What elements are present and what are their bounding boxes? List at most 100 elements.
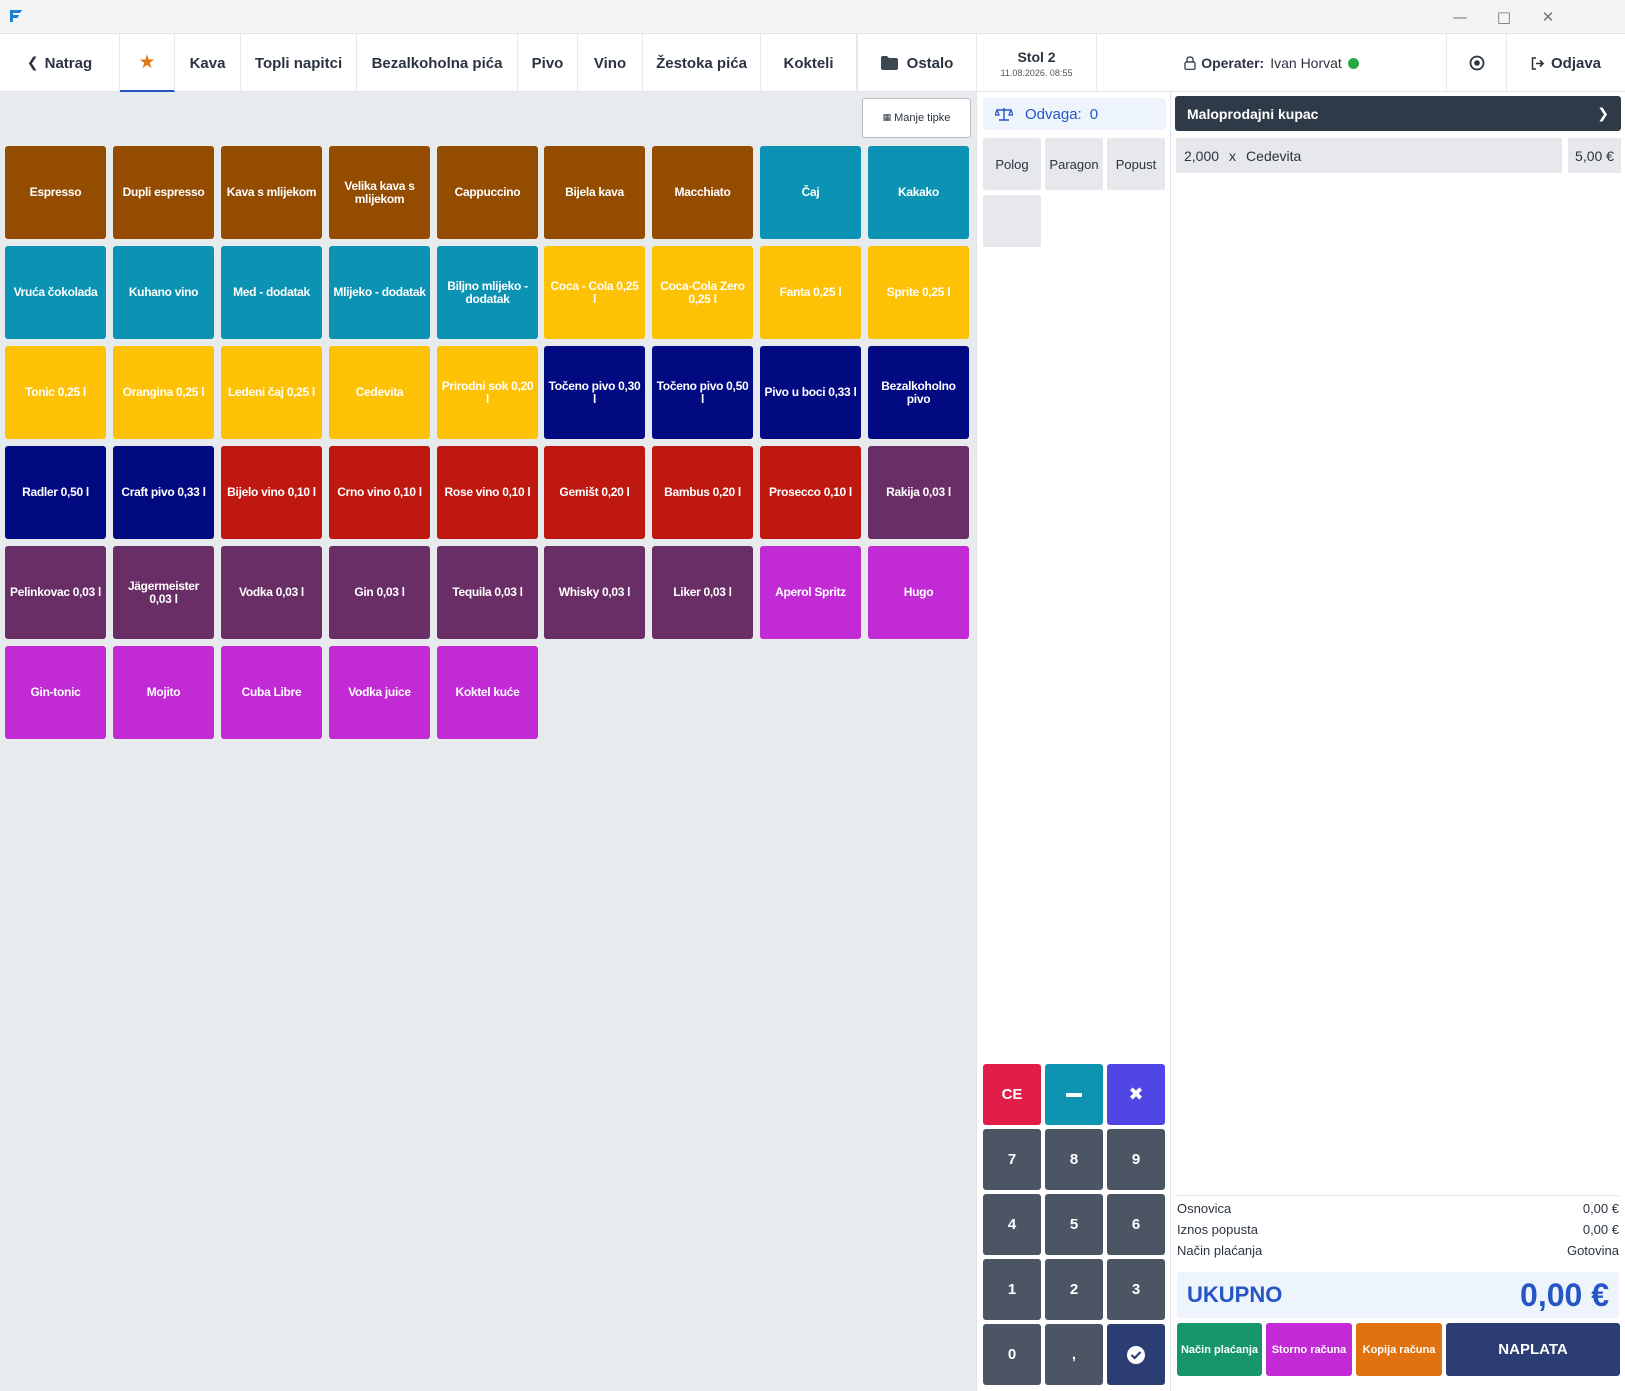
paragon-button[interactable]: Paragon [1045,138,1103,190]
tab-kava[interactable]: Kava [175,34,241,92]
product-button[interactable]: Pivo u boci 0,33 l [760,346,861,439]
product-button[interactable]: Cappuccino [437,146,538,239]
product-button[interactable]: Prirodni sok 0,20 l [437,346,538,439]
product-button[interactable]: Gin-tonic [5,646,106,739]
product-button[interactable]: Macchiato [652,146,753,239]
product-button[interactable]: Rakija 0,03 l [868,446,969,539]
key-label: 8 [1069,1151,1079,1168]
product-button[interactable]: Cuba Libre [221,646,322,739]
empty-utility-button[interactable] [983,195,1041,247]
product-button[interactable]: Čaj [760,146,861,239]
product-button[interactable]: Pelinkovac 0,03 l [5,546,106,639]
product-button[interactable]: Hugo [868,546,969,639]
copy-receipt-button[interactable]: Kopija računa [1356,1323,1442,1376]
minimize-icon[interactable]: — [1440,5,1480,29]
product-button[interactable]: Coca - Cola 0,25 l [544,246,645,339]
key-4[interactable]: 4 [983,1194,1041,1255]
tab-kokteli[interactable]: Kokteli [761,34,857,92]
logout-label: Odjava [1550,54,1602,72]
product-button[interactable]: Kakako [868,146,969,239]
product-button[interactable]: Kuhano vino [113,246,214,339]
key-comma[interactable]: , [1045,1324,1103,1385]
product-button[interactable]: Velika kava s mlijekom [329,146,430,239]
logout-button[interactable]: Odjava [1507,34,1625,92]
table-indicator[interactable]: Stol 2 11.08.2026. 08:55 [977,34,1097,92]
product-button[interactable]: Bambus 0,20 l [652,446,753,539]
product-button[interactable]: Točeno pivo 0,50 l [652,346,753,439]
product-button[interactable]: Crno vino 0,10 l [329,446,430,539]
product-button[interactable]: Mlijeko - dodatak [329,246,430,339]
cancel-receipt-button[interactable]: Storno računa [1266,1323,1352,1376]
polog-button[interactable]: Polog [983,138,1041,190]
product-button[interactable]: Coca-Cola Zero 0,25 l [652,246,753,339]
multiply-button[interactable]: ✖ [1107,1064,1165,1125]
product-label: Ledeni čaj 0,25 l [228,385,315,399]
tab-label: Bezalkoholna pića [371,54,503,72]
product-label: Pelinkovac 0,03 l [10,585,101,599]
product-button[interactable]: Liker 0,03 l [652,546,753,639]
tab-zestoka-pica[interactable]: Žestoka pića [643,34,761,92]
product-button[interactable]: Točeno pivo 0,30 l [544,346,645,439]
tab-pivo[interactable]: Pivo [518,34,578,92]
tab-favorites[interactable]: ★ [120,34,175,92]
product-button[interactable]: Bijela kava [544,146,645,239]
minus-button[interactable] [1045,1064,1103,1125]
key-9[interactable]: 9 [1107,1129,1165,1190]
product-button[interactable]: Cedevita [329,346,430,439]
key-0[interactable]: 0 [983,1324,1041,1385]
customer-select[interactable]: Maloprodajni kupac ❯ [1175,96,1621,131]
product-button[interactable]: Bijelo vino 0,10 l [221,446,322,539]
product-button[interactable]: Fanta 0,25 l [760,246,861,339]
product-button[interactable]: Tequila 0,03 l [437,546,538,639]
control-column: Odvaga: 0 Polog Paragon Popust CE ✖ 7 8 … [976,92,1171,1391]
back-button[interactable]: ❮ Natrag [0,34,120,92]
maximize-icon[interactable]: □ [1484,5,1524,29]
tab-ostalo[interactable]: Ostalo [857,34,977,92]
product-button[interactable]: Vodka juice [329,646,430,739]
product-button[interactable]: Bezalkoholno pivo [868,346,969,439]
product-button[interactable]: Gin 0,03 l [329,546,430,639]
checkout-button[interactable]: NAPLATA [1446,1323,1620,1376]
product-button[interactable]: Whisky 0,03 l [544,546,645,639]
product-button[interactable]: Craft pivo 0,33 l [113,446,214,539]
product-button[interactable]: Espresso [5,146,106,239]
key-3[interactable]: 3 [1107,1259,1165,1320]
product-button[interactable]: Sprite 0,25 l [868,246,969,339]
product-button[interactable]: Jägermeister 0,03 l [113,546,214,639]
product-button[interactable]: Dupli espresso [113,146,214,239]
tab-vino[interactable]: Vino [578,34,643,92]
product-button[interactable]: Mojito [113,646,214,739]
product-button[interactable]: Aperol Spritz [760,546,861,639]
clear-entry-button[interactable]: CE [983,1064,1041,1125]
key-5[interactable]: 5 [1045,1194,1103,1255]
payment-method-button[interactable]: Način plaćanja [1177,1323,1262,1376]
key-8[interactable]: 8 [1045,1129,1103,1190]
key-6[interactable]: 6 [1107,1194,1165,1255]
product-button[interactable]: Med - dodatak [221,246,322,339]
product-button[interactable]: Orangina 0,25 l [113,346,214,439]
product-button[interactable]: Gemišt 0,20 l [544,446,645,539]
product-button[interactable]: Kava s mlijekom [221,146,322,239]
key-7[interactable]: 7 [983,1129,1041,1190]
product-button[interactable]: Prosecco 0,10 l [760,446,861,539]
product-button[interactable]: Vruća čokolada [5,246,106,339]
product-label: Coca - Cola 0,25 l [550,278,639,306]
receipt-line[interactable]: 2,000 x Cedevita 5,00 € [1176,138,1621,173]
product-button[interactable]: Radler 0,50 l [5,446,106,539]
settings-button[interactable] [1447,34,1507,92]
product-button[interactable]: Ledeni čaj 0,25 l [221,346,322,439]
product-button[interactable]: Biljno mlijeko - dodatak [437,246,538,339]
product-button[interactable]: Vodka 0,03 l [221,546,322,639]
key-2[interactable]: 2 [1045,1259,1103,1320]
less-keys-button[interactable]: ▦ Manje tipke [862,98,971,138]
app-logo-icon [10,10,22,22]
product-button[interactable]: Koktel kuće [437,646,538,739]
product-button[interactable]: Tonic 0,25 l [5,346,106,439]
confirm-button[interactable] [1107,1324,1165,1385]
close-icon[interactable]: ✕ [1528,5,1568,29]
tab-topli-napitci[interactable]: Topli napitci [241,34,357,92]
key-1[interactable]: 1 [983,1259,1041,1320]
popust-button[interactable]: Popust [1107,138,1165,190]
product-button[interactable]: Rose vino 0,10 l [437,446,538,539]
tab-bezalkoholna-pica[interactable]: Bezalkoholna pića [357,34,518,92]
